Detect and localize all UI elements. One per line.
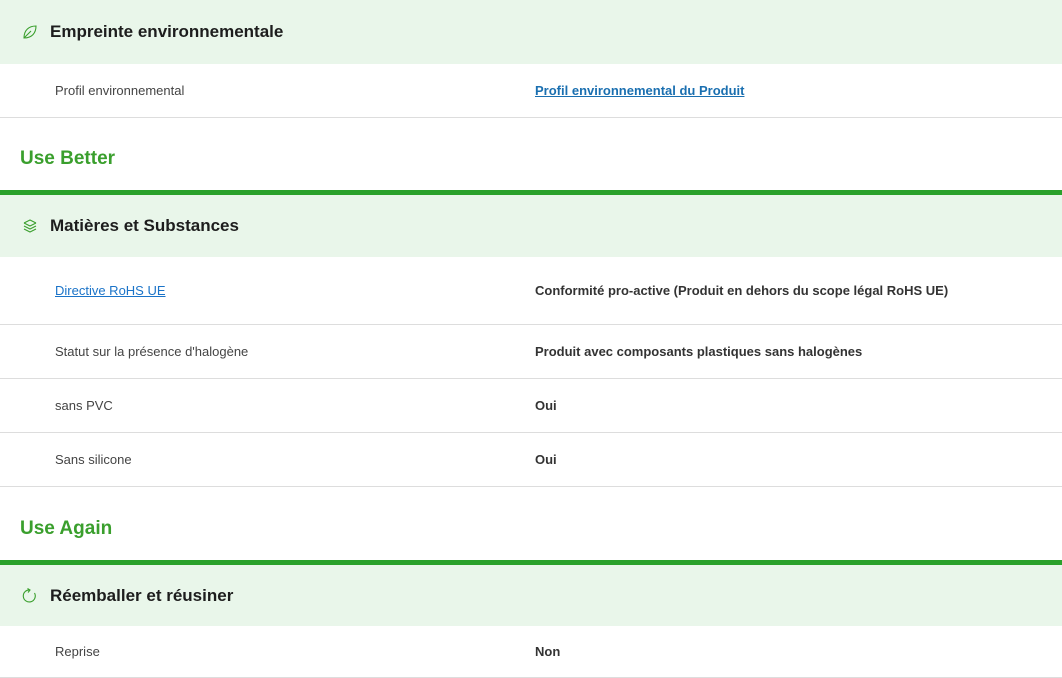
table-row-takeback: Reprise Non: [0, 626, 1062, 678]
row-label: Sans silicone: [55, 452, 132, 467]
row-value-cell: Profil environnemental du Produit: [535, 64, 965, 117]
row-value: Produit avec composants plastiques sans …: [535, 343, 863, 359]
section-title: Matières et Substances: [50, 216, 239, 235]
section-title: Réemballer et réusiner: [50, 585, 234, 605]
row-value: Oui: [535, 397, 557, 413]
section-header-repack: Réemballer et réusiner: [0, 565, 1062, 626]
row-value: Conformité pro-active (Produit en dehors…: [535, 282, 949, 298]
row-label: sans PVC: [55, 398, 113, 413]
section-title: Empreinte environnementale: [50, 22, 284, 41]
rohs-directive-link[interactable]: Directive RoHS UE: [55, 283, 166, 298]
row-label-cell: Directive RoHS UE: [55, 257, 166, 324]
section-header-materials: Matières et Substances: [0, 195, 1062, 257]
row-label: Statut sur la présence d'halogène: [55, 344, 249, 359]
row-label: Profil environnemental: [55, 83, 185, 98]
row-value: Non: [535, 643, 561, 659]
table-row-pvc: sans PVC Oui: [0, 379, 1062, 433]
env-profile-link[interactable]: Profil environnemental du Produit: [535, 83, 744, 99]
refresh-icon: [22, 587, 38, 604]
leaf-icon: [22, 24, 38, 40]
row-value: Oui: [535, 451, 557, 467]
section-header-env-footprint: Empreinte environnementale: [0, 0, 1062, 64]
row-label: Reprise: [55, 644, 100, 659]
table-row-halogen: Statut sur la présence d'halogène Produi…: [0, 325, 1062, 379]
group-title-use-again: Use Again: [20, 518, 113, 539]
table-row-silicone: Sans silicone Oui: [0, 433, 1062, 487]
table-row-rohs: Directive RoHS UE Conformité pro-active …: [0, 257, 1062, 325]
table-row-env-profile: Profil environnemental Profil environnem…: [0, 64, 1062, 118]
group-title-use-better: Use Better: [20, 148, 116, 169]
layers-icon: [22, 218, 38, 234]
